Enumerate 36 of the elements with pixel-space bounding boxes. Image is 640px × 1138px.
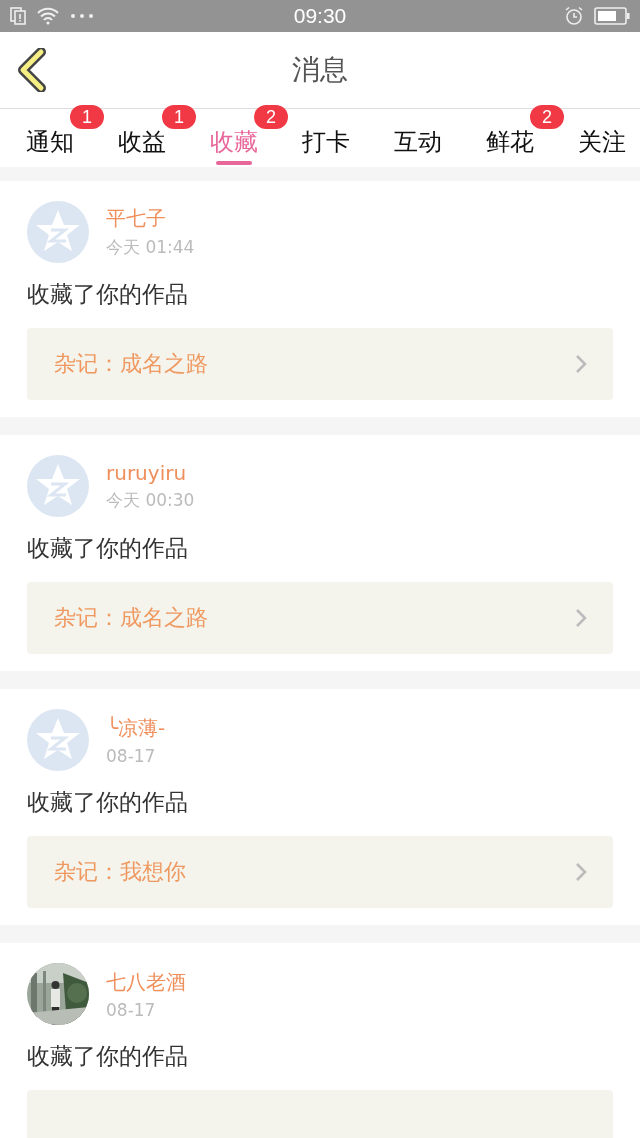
alarm-icon [564,6,584,26]
message-time: 今天 00:30 [106,488,195,512]
message-time: 08-17 [106,745,157,766]
work-link[interactable]: 杂记：成名之路 [27,328,613,400]
count-badge: 1 [162,105,196,129]
default-avatar-icon [27,455,89,517]
count-badge: 1 [70,105,104,129]
count-badge: 2 [254,105,288,129]
user-name[interactable]: 平七子 [106,205,195,232]
battery-icon [594,7,630,25]
user-name[interactable]: ruruyiru [106,460,195,485]
chevron-right-icon [575,608,587,628]
tab[interactable]: 打卡 [300,109,352,163]
wifi-icon [36,7,60,25]
message-text: 收藏了你的作品 [27,1042,189,1071]
chevron-right-icon [575,354,587,374]
default-avatar-icon [27,709,89,771]
work-link[interactable]: 杂记：成名之路 [27,582,613,654]
message-text: 收藏了你的作品 [27,788,189,817]
tab-underline [216,161,252,165]
more-icon [70,13,94,19]
page-title: 消息 [292,52,348,88]
count-badge: 2 [530,105,564,129]
chevron-right-icon [575,862,587,882]
user-name[interactable]: ╰凉薄- [106,714,166,742]
status-time: 09:30 [293,4,347,28]
message-text: 收藏了你的作品 [27,280,189,309]
tab[interactable]: 互动 [392,109,444,163]
tab[interactable]: 关注 [576,109,628,163]
message-time: 今天 01:44 [106,236,195,259]
default-avatar-icon [27,201,89,263]
message-text: 收藏了你的作品 [27,534,189,563]
user-name[interactable]: 七八老酒 [106,968,186,996]
sim-card-icon [10,7,26,25]
message-time: 08-17 [106,999,157,1020]
work-link[interactable]: 杂记：我想你 [27,836,613,908]
